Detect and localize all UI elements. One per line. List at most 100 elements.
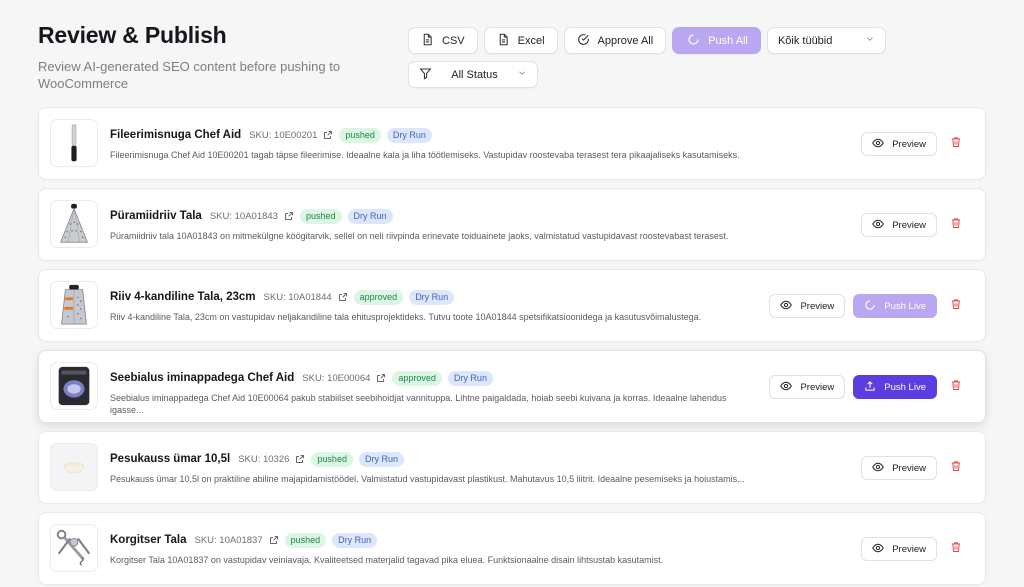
external-link-icon[interactable] xyxy=(323,130,333,140)
product-card: Riiv 4-kandiline Tala, 23cm SKU: 10A0184… xyxy=(38,269,986,342)
product-card: Pesukauss ümar 10,5l SKU: 10326 pushed D… xyxy=(38,431,986,504)
product-name: Korgitser Tala xyxy=(110,534,187,546)
mode-badge: Dry Run xyxy=(347,208,393,224)
delete-button[interactable] xyxy=(945,375,967,399)
product-card: Püramiidriiv Tala SKU: 10A01843 pushed D… xyxy=(38,188,986,261)
preview-button[interactable]: Preview xyxy=(861,213,937,237)
status-badge: pushed xyxy=(299,208,342,224)
file-icon xyxy=(421,33,434,49)
product-description: Seebialus iminappadega Chef Aid 10E00064… xyxy=(110,393,727,415)
status-badge: pushed xyxy=(339,127,381,143)
page-title: Review & Publish xyxy=(38,22,227,48)
loading-spinner-icon xyxy=(864,299,876,314)
basin-icon xyxy=(64,462,84,474)
push-all-button[interactable]: Push All xyxy=(672,27,761,54)
preview-button[interactable]: Preview xyxy=(861,132,937,156)
export-csv-button[interactable]: CSV xyxy=(408,27,478,54)
chevron-down-icon xyxy=(517,68,527,81)
type-filter-select[interactable]: Kõik tüübid xyxy=(766,27,886,54)
product-thumbnail xyxy=(50,119,98,167)
external-link-icon[interactable] xyxy=(376,373,386,383)
eye-icon xyxy=(780,299,793,314)
mode-badge: Dry Run xyxy=(386,127,432,143)
product-sku: SKU: 10E00201 xyxy=(249,129,318,141)
mode-badge: Dry Run xyxy=(358,451,404,467)
trash-icon xyxy=(950,297,962,315)
product-name: Pesukauss ümar 10,5l xyxy=(110,453,231,465)
product-thumbnail xyxy=(50,524,98,572)
eye-icon xyxy=(872,137,885,152)
status-filter-select[interactable]: All Status xyxy=(408,61,538,88)
mode-badge: Dry Run xyxy=(332,532,378,548)
eye-icon xyxy=(872,542,885,557)
preview-button[interactable]: Preview xyxy=(769,375,846,399)
status-badge: pushed xyxy=(311,451,353,467)
preview-button[interactable]: Preview xyxy=(861,456,937,480)
preview-label: Preview xyxy=(892,543,926,555)
push-live-label: Push Live xyxy=(884,381,926,393)
product-name: Seebialus iminappadega Chef Aid xyxy=(110,372,295,384)
product-card: Fileerimisnuga Chef Aid SKU: 10E00201 pu… xyxy=(38,107,986,180)
product-name: Fileerimisnuga Chef Aid xyxy=(110,129,242,141)
product-name: Riiv 4-kandiline Tala, 23cm xyxy=(110,291,256,303)
preview-label: Preview xyxy=(892,219,926,231)
file-icon xyxy=(497,33,510,49)
delete-button[interactable] xyxy=(945,456,967,480)
external-link-icon[interactable] xyxy=(269,535,279,545)
delete-button[interactable] xyxy=(945,537,967,561)
status-badge: pushed xyxy=(284,532,327,548)
box-grater-icon xyxy=(61,284,87,325)
upload-icon xyxy=(864,380,876,395)
external-link-icon[interactable] xyxy=(284,211,294,221)
product-description: Korgitser Tala 10A01837 on vastupidav ve… xyxy=(110,555,664,565)
trash-icon xyxy=(950,216,962,234)
product-thumbnail xyxy=(50,362,98,410)
product-card: Seebialus iminappadega Chef Aid SKU: 10E… xyxy=(38,350,986,423)
mode-badge: Dry Run xyxy=(409,289,455,305)
check-circle-icon xyxy=(577,33,590,49)
product-thumbnail xyxy=(50,200,98,248)
push-all-label: Push All xyxy=(708,34,748,47)
filter-icon xyxy=(419,67,432,83)
toolbar: CSV Excel Approve All Push All Kõik tüüb… xyxy=(408,27,888,88)
page-header: Review & Publish Review AI-generated SEO… xyxy=(38,22,378,92)
external-link-icon[interactable] xyxy=(338,292,348,302)
product-sku: SKU: 10A01843 xyxy=(209,210,278,222)
approve-all-button[interactable]: Approve All xyxy=(563,27,667,54)
export-excel-button[interactable]: Excel xyxy=(483,27,558,54)
trash-icon xyxy=(950,378,962,396)
push-live-button[interactable]: Push Live xyxy=(853,375,937,399)
product-thumbnail xyxy=(50,281,98,329)
product-description: Pesukauss ümar 10,5l on praktiline abili… xyxy=(110,474,745,484)
preview-button[interactable]: Preview xyxy=(769,294,846,318)
product-description: Fileerimisnuga Chef Aid 10E00201 tagab t… xyxy=(110,150,740,160)
delete-button[interactable] xyxy=(945,294,967,318)
product-name: Püramiidriiv Tala xyxy=(110,210,202,222)
mode-badge: Dry Run xyxy=(447,370,493,386)
eye-icon xyxy=(872,461,885,476)
trash-icon xyxy=(950,540,962,558)
delete-button[interactable] xyxy=(945,213,967,237)
external-link-icon[interactable] xyxy=(295,454,305,464)
product-sku: SKU: 10326 xyxy=(238,453,290,465)
export-excel-label: Excel xyxy=(517,34,545,47)
page-subtitle: Review AI-generated SEO content before p… xyxy=(38,59,341,91)
push-live-button[interactable]: Push Live xyxy=(853,294,937,318)
preview-label: Preview xyxy=(800,381,835,393)
product-card: Korgitser Tala SKU: 10A01837 pushed Dry … xyxy=(38,512,986,585)
product-description: Püramiidriiv tala 10A01843 on mitmekülgn… xyxy=(110,231,729,241)
product-description: Riiv 4-kandiline Tala, 23cm on vastupida… xyxy=(110,312,702,322)
type-filter-value: Kõik tüübid xyxy=(777,34,833,47)
product-sku: SKU: 10A01844 xyxy=(263,291,332,303)
pyramid-grater-icon xyxy=(60,203,88,243)
product-sku: SKU: 10E00064 xyxy=(302,372,371,384)
export-csv-label: CSV xyxy=(442,34,465,47)
preview-button[interactable]: Preview xyxy=(861,537,937,561)
push-live-label: Push Live xyxy=(884,300,926,312)
status-badge: approved xyxy=(353,289,404,305)
trash-icon xyxy=(950,459,962,477)
knife-icon xyxy=(71,124,77,162)
trash-icon xyxy=(950,135,962,153)
loading-spinner-icon xyxy=(687,33,700,49)
delete-button[interactable] xyxy=(945,132,967,156)
